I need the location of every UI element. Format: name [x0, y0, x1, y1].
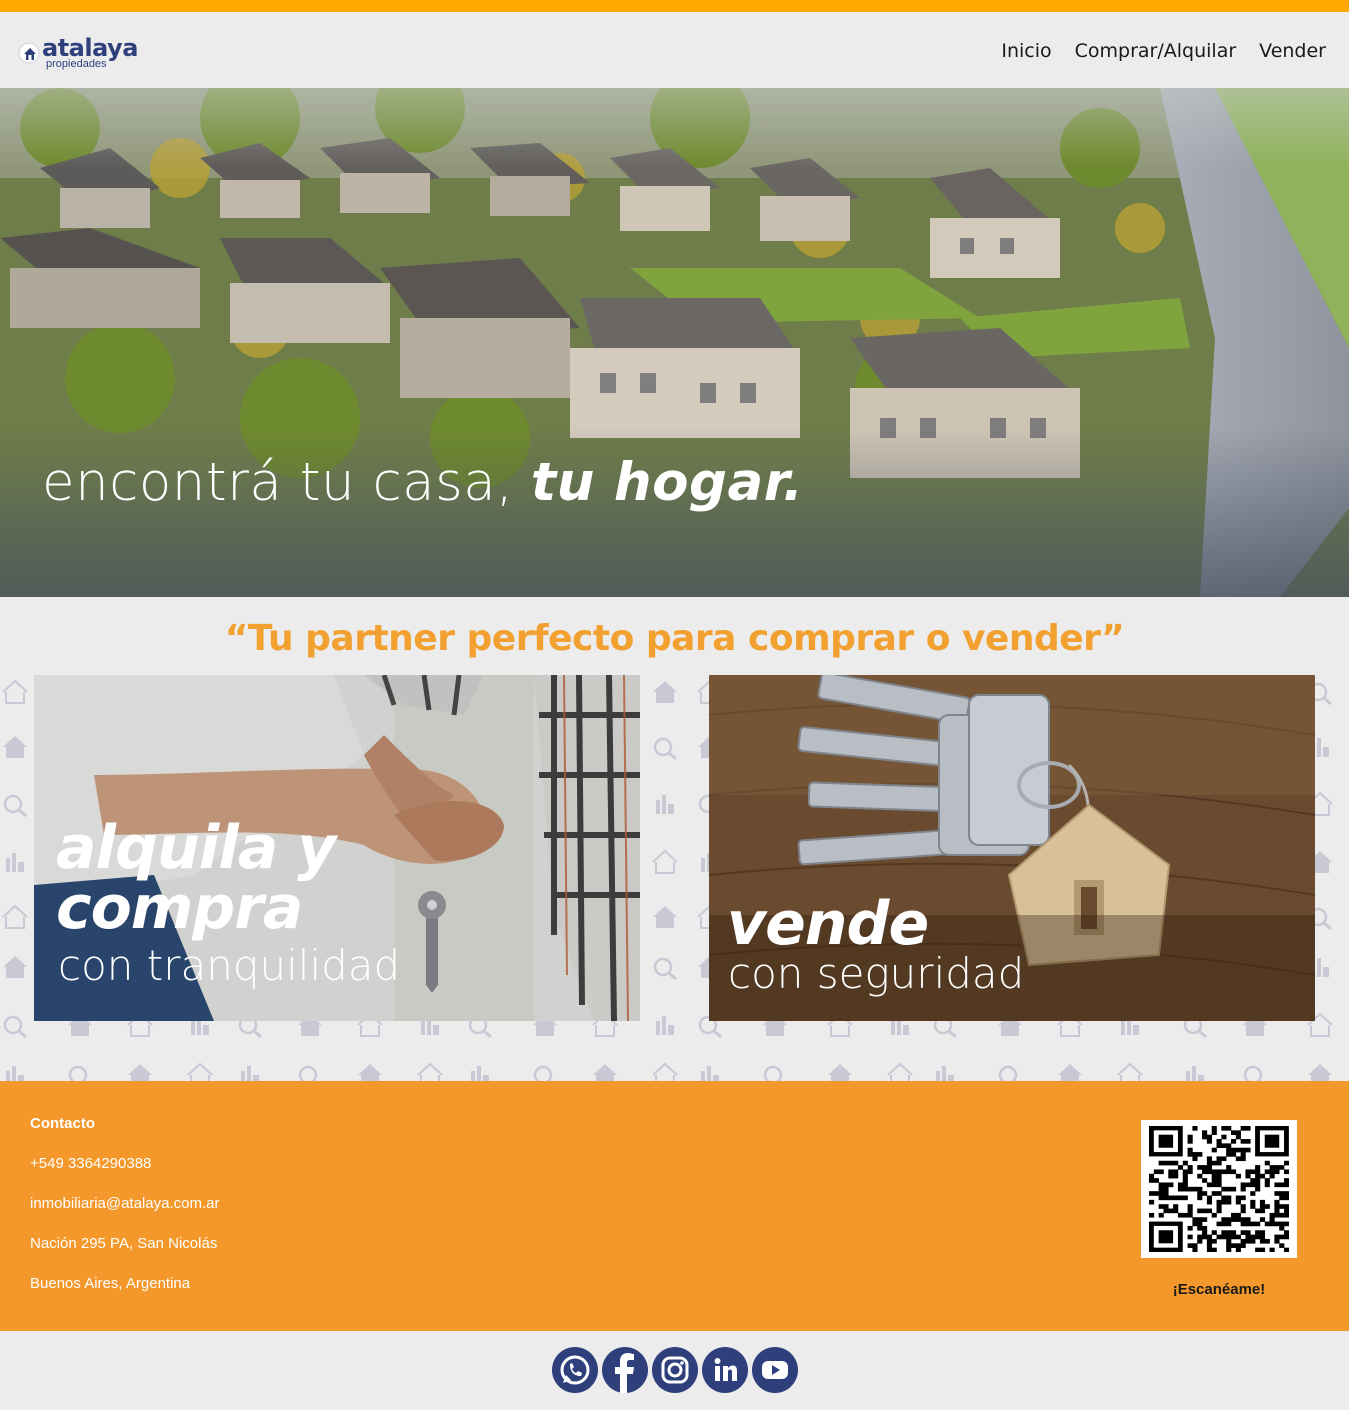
social-links [552, 1347, 798, 1393]
main-menu: Inicio Comprar/Alquilar Vender [1001, 40, 1326, 62]
qr-caption: ¡Escanéame! [1172, 1281, 1266, 1298]
contact-region: Buenos Aires, Argentina [30, 1275, 191, 1292]
contact-email[interactable]: inmobiliaria@atalaya.com.ar [30, 1195, 219, 1212]
logo[interactable]: atalaya propiedades [18, 34, 150, 72]
contact-footer: Contacto +549 3364290388 inmobiliaria@at… [0, 1081, 1349, 1331]
qr-code[interactable] [1141, 1120, 1297, 1258]
card-vende[interactable]: vende con seguridad [709, 675, 1315, 1021]
logo-subtitle: propiedades [46, 58, 107, 70]
logo-house-icon [18, 42, 40, 64]
whatsapp-icon[interactable] [552, 1347, 598, 1393]
card-left-heading-1: alquila y [56, 813, 336, 883]
card-left-subheading: con tranquilidad [58, 941, 401, 990]
site-header: atalaya propiedades Inicio Comprar/Alqui… [0, 12, 1349, 88]
card-left-heading-2: compra [56, 873, 303, 943]
card-alquila-compra[interactable]: alquila y compra con tranquilidad [34, 675, 640, 1021]
top-accent-bar [0, 0, 1349, 12]
contact-phone[interactable]: +549 3364290388 [30, 1155, 151, 1172]
nav-inicio[interactable]: Inicio [1001, 40, 1051, 62]
card-right-subheading: con seguridad [728, 949, 1025, 998]
youtube-icon[interactable] [752, 1347, 798, 1393]
linkedin-icon[interactable] [702, 1347, 748, 1393]
qr-code-icon [1149, 1126, 1289, 1252]
tagline: “Tu partner perfecto para comprar o vend… [224, 618, 1125, 659]
hero-banner [0, 88, 1349, 597]
nav-vender[interactable]: Vender [1259, 40, 1326, 62]
nav-comprar-alquilar[interactable]: Comprar/Alquilar [1075, 40, 1237, 62]
instagram-icon[interactable] [652, 1347, 698, 1393]
hero-headline: encontrá tu casa, tu hogar. [42, 452, 804, 513]
contact-title: Contacto [30, 1115, 95, 1132]
contact-address: Nación 295 PA, San Nicolás [30, 1235, 218, 1252]
card-right-heading: vende [727, 889, 929, 959]
facebook-icon[interactable] [602, 1347, 648, 1393]
